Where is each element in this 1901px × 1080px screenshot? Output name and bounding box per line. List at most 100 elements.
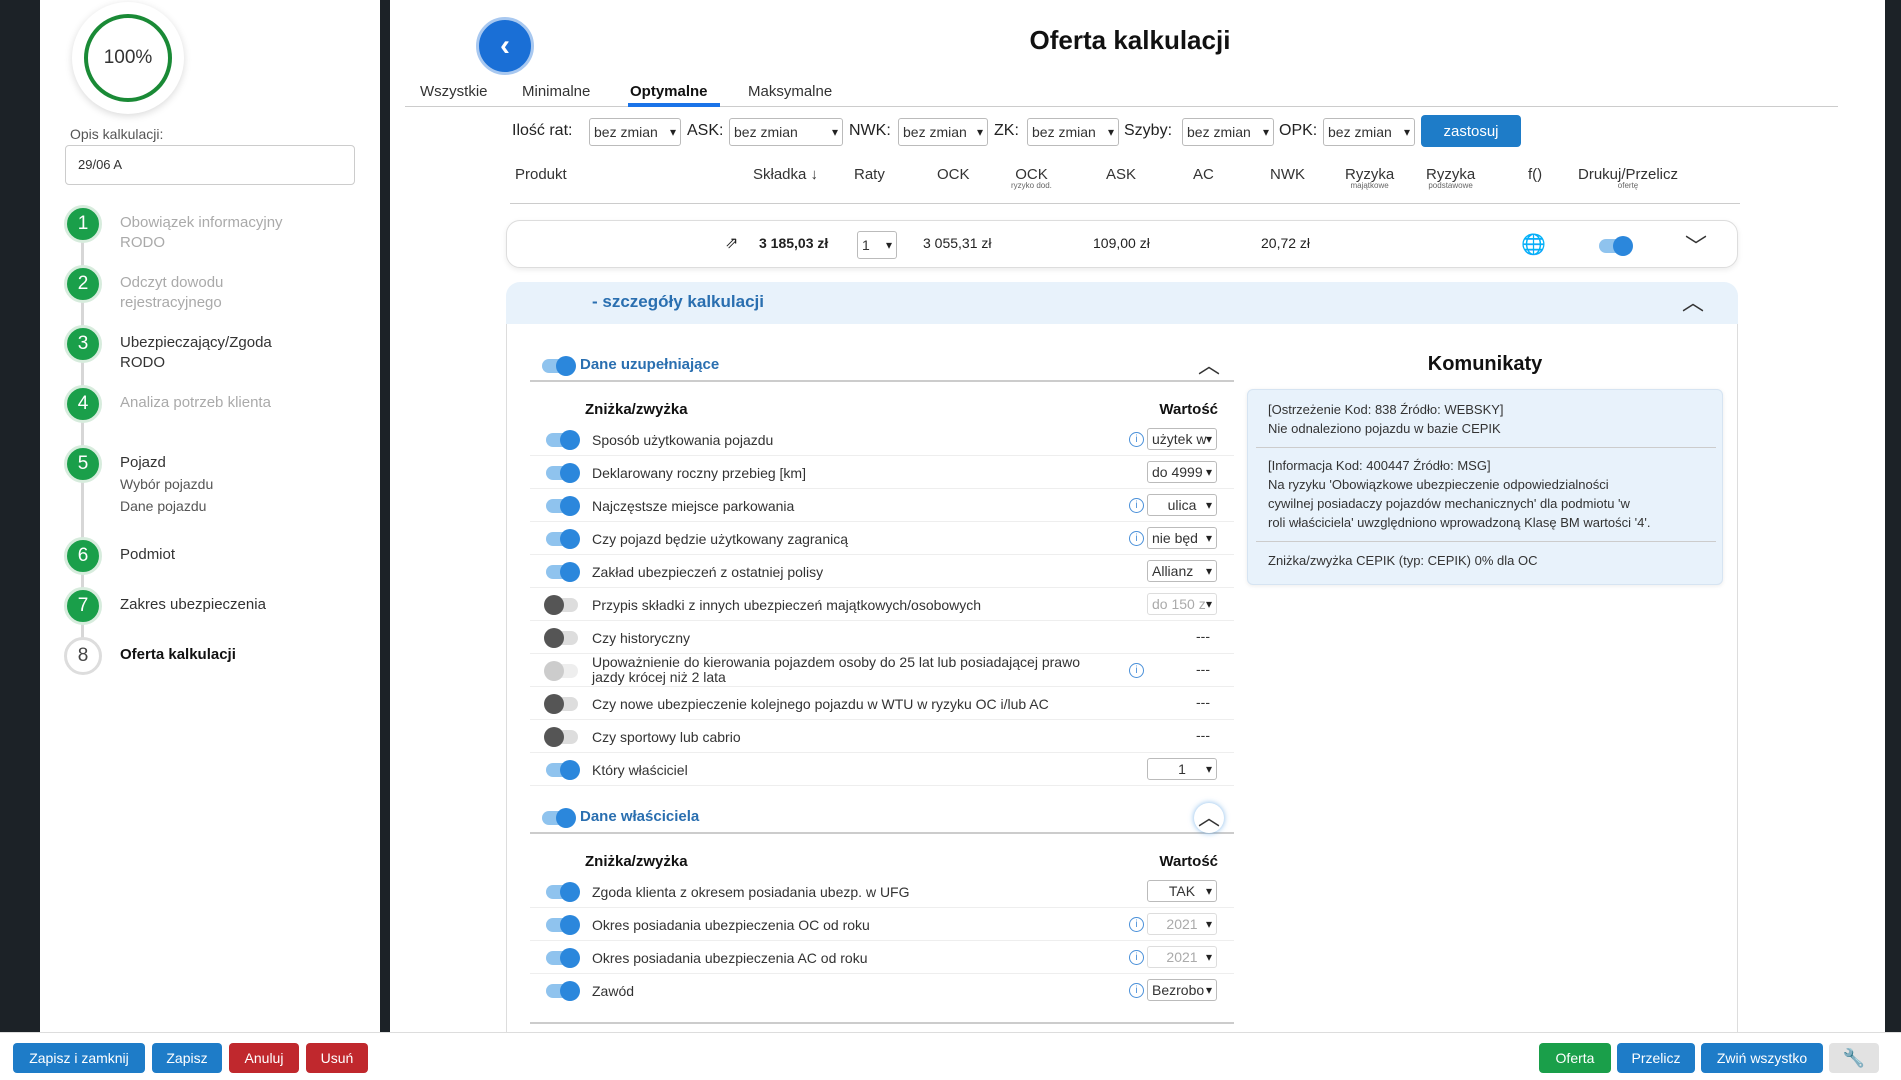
col-raty: Raty xyxy=(854,166,885,183)
field-toggle[interactable] xyxy=(544,694,578,714)
field-toggle[interactable] xyxy=(546,981,580,1001)
raty-select[interactable]: 1 xyxy=(857,231,897,259)
field-row: Okres posiadania ubezpieczenia AC od rok… xyxy=(530,941,1234,974)
delete-button[interactable]: Usuń xyxy=(306,1043,368,1073)
col-ryzyka-maj-sub: majątkowe xyxy=(1350,181,1389,190)
chevron-up-icon[interactable]: ︿ xyxy=(1194,803,1224,833)
wrench-icon[interactable]: 🔧 xyxy=(1829,1043,1879,1073)
field-select[interactable]: 1 xyxy=(1147,758,1217,780)
share-icon[interactable]: ⇗ xyxy=(725,233,738,253)
step-label: Zakres ubezpieczenia xyxy=(120,596,266,613)
desc-input[interactable]: 29/06 A xyxy=(65,145,355,185)
save-button[interactable]: Zapisz xyxy=(152,1043,222,1073)
field-toggle[interactable] xyxy=(546,430,580,450)
field-toggle[interactable] xyxy=(544,595,578,615)
col-ryzyka-maj: Ryzyka majątkowe xyxy=(1345,166,1394,190)
info-icon[interactable]: i xyxy=(1129,498,1144,513)
offer-button[interactable]: Oferta xyxy=(1539,1043,1611,1073)
info-icon[interactable]: i xyxy=(1129,531,1144,546)
field-toggle[interactable] xyxy=(546,915,580,935)
step-title: Pojazd xyxy=(120,454,166,471)
field-toggle[interactable] xyxy=(546,529,580,549)
field-select[interactable]: Bezrobo xyxy=(1147,979,1217,1001)
globe-icon[interactable]: 🌐 xyxy=(1521,232,1546,257)
filter-opk-select[interactable]: bez zmian xyxy=(1323,118,1415,146)
table-header: Produkt Składka ↓ Raty OCK OCK ryzyko dod… xyxy=(515,166,1755,200)
filter-label-zk: ZK: xyxy=(994,122,1019,139)
field-toggle[interactable] xyxy=(546,948,580,968)
chevron-up-icon[interactable]: ︿ xyxy=(1198,355,1220,377)
tab-all[interactable]: Wszystkie xyxy=(420,82,488,102)
details-header[interactable]: - szczegóły kalkulacji ︿ xyxy=(506,282,1738,324)
field-row: Upoważnienie do kierowania pojazdem osob… xyxy=(530,654,1234,687)
back-button[interactable]: ‹ xyxy=(476,17,534,75)
info-icon[interactable]: i xyxy=(1129,917,1144,932)
apply-button[interactable]: zastosuj xyxy=(1421,115,1521,147)
field-toggle[interactable] xyxy=(544,727,578,747)
field-toggle[interactable] xyxy=(544,628,578,648)
info-icon[interactable]: i xyxy=(1129,950,1144,965)
step-label: Podmiot xyxy=(120,546,176,563)
recalc-button[interactable]: Przelicz xyxy=(1617,1043,1695,1073)
field-select: 2021 xyxy=(1147,913,1217,935)
step-label: Obowiązek informacyjny RODO xyxy=(120,214,283,251)
field-select[interactable]: do 4999 xyxy=(1147,461,1217,483)
field-label: Upoważnienie do kierowania pojazdem osob… xyxy=(592,654,1080,685)
field-toggle[interactable] xyxy=(546,496,580,516)
filter-ask-select[interactable]: bez zmian xyxy=(729,118,843,146)
collapse-chevron-icon[interactable]: ︿ xyxy=(1682,292,1704,314)
field-label: Który właściciel xyxy=(592,762,688,778)
field-label: Czy historyczny xyxy=(592,630,691,646)
section-title: Dane uzupełniające xyxy=(580,356,720,373)
field-select[interactable]: użytek w xyxy=(1147,428,1217,450)
section-toggle[interactable] xyxy=(542,808,576,828)
filter-zk-select[interactable]: bez zmian xyxy=(1027,118,1119,146)
col-ock: OCK xyxy=(937,166,970,183)
section-dane-wlasciciela[interactable]: Dane właściciela ︿ xyxy=(530,802,1234,834)
message-warning-header: [Ostrzeżenie Kod: 838 Źródło: WEBSKY] xyxy=(1268,402,1504,417)
field-toggle[interactable] xyxy=(546,882,580,902)
step-sub-vehicle-data[interactable]: Dane pojazdu xyxy=(120,495,213,517)
field-select[interactable]: TAK xyxy=(1147,880,1217,902)
message-info-header: [Informacja Kod: 400447 Źródło: MSG] xyxy=(1268,458,1491,473)
field-toggle[interactable] xyxy=(546,463,580,483)
col-wartosc: Wartość xyxy=(1159,853,1218,870)
step-number: 1 xyxy=(64,205,102,243)
filter-raty-select[interactable]: bez zmian xyxy=(589,118,681,146)
field-toggle[interactable] xyxy=(546,562,580,582)
print-toggle[interactable] xyxy=(1599,236,1633,256)
field-select[interactable]: nie będ xyxy=(1147,527,1217,549)
cancel-button[interactable]: Anuluj xyxy=(229,1043,299,1073)
step-number: 4 xyxy=(64,385,102,423)
field-label: Zawód xyxy=(592,983,635,999)
message-separator xyxy=(1256,541,1716,542)
step-label: Oferta kalkulacji xyxy=(120,646,236,663)
field-row: Który właściciel 1 xyxy=(530,753,1234,786)
komunikaty-title: Komunikaty xyxy=(1427,353,1543,375)
field-label: Okres posiadania ubezpieczenia AC od rok… xyxy=(592,950,868,966)
section-dane-uzupelniajace[interactable]: Dane uzupełniające ︿ xyxy=(530,350,1234,382)
collapse-all-button[interactable]: Zwiń wszystko xyxy=(1701,1043,1823,1073)
info-icon[interactable]: i xyxy=(1129,432,1144,447)
field-row: Okres posiadania ubezpieczenia OC od rok… xyxy=(530,908,1234,941)
col-skladka[interactable]: Składka ↓ xyxy=(753,166,818,183)
expand-chevron-icon[interactable]: ︿ xyxy=(1685,232,1707,257)
filter-label-nwk: NWK: xyxy=(849,122,891,139)
filter-szyby-select[interactable]: bez zmian xyxy=(1182,118,1274,146)
step-sub-vehicle-select[interactable]: Wybór pojazdu xyxy=(120,473,213,495)
col-znizka: Zniżka/zwyżka xyxy=(585,853,688,870)
field-label: Okres posiadania ubezpieczenia OC od rok… xyxy=(592,917,870,933)
filter-nwk-select[interactable]: bez zmian xyxy=(898,118,988,146)
field-toggle[interactable] xyxy=(546,760,580,780)
field-row: Czy historyczny --- xyxy=(530,621,1234,654)
field-select[interactable]: ulica xyxy=(1147,494,1217,516)
col-ock-dod: OCK ryzyko dod. xyxy=(1011,166,1052,190)
section-toggle[interactable] xyxy=(542,356,576,376)
info-icon[interactable]: i xyxy=(1129,983,1144,998)
save-close-button[interactable]: Zapisz i zamknij xyxy=(13,1043,145,1073)
tab-maximal[interactable]: Maksymalne xyxy=(748,82,832,102)
tab-minimal[interactable]: Minimalne xyxy=(522,82,590,102)
field-select[interactable]: Allianz xyxy=(1147,560,1217,582)
section-title: Dane właściciela xyxy=(580,808,700,825)
tab-optimal[interactable]: Optymalne xyxy=(630,82,708,102)
